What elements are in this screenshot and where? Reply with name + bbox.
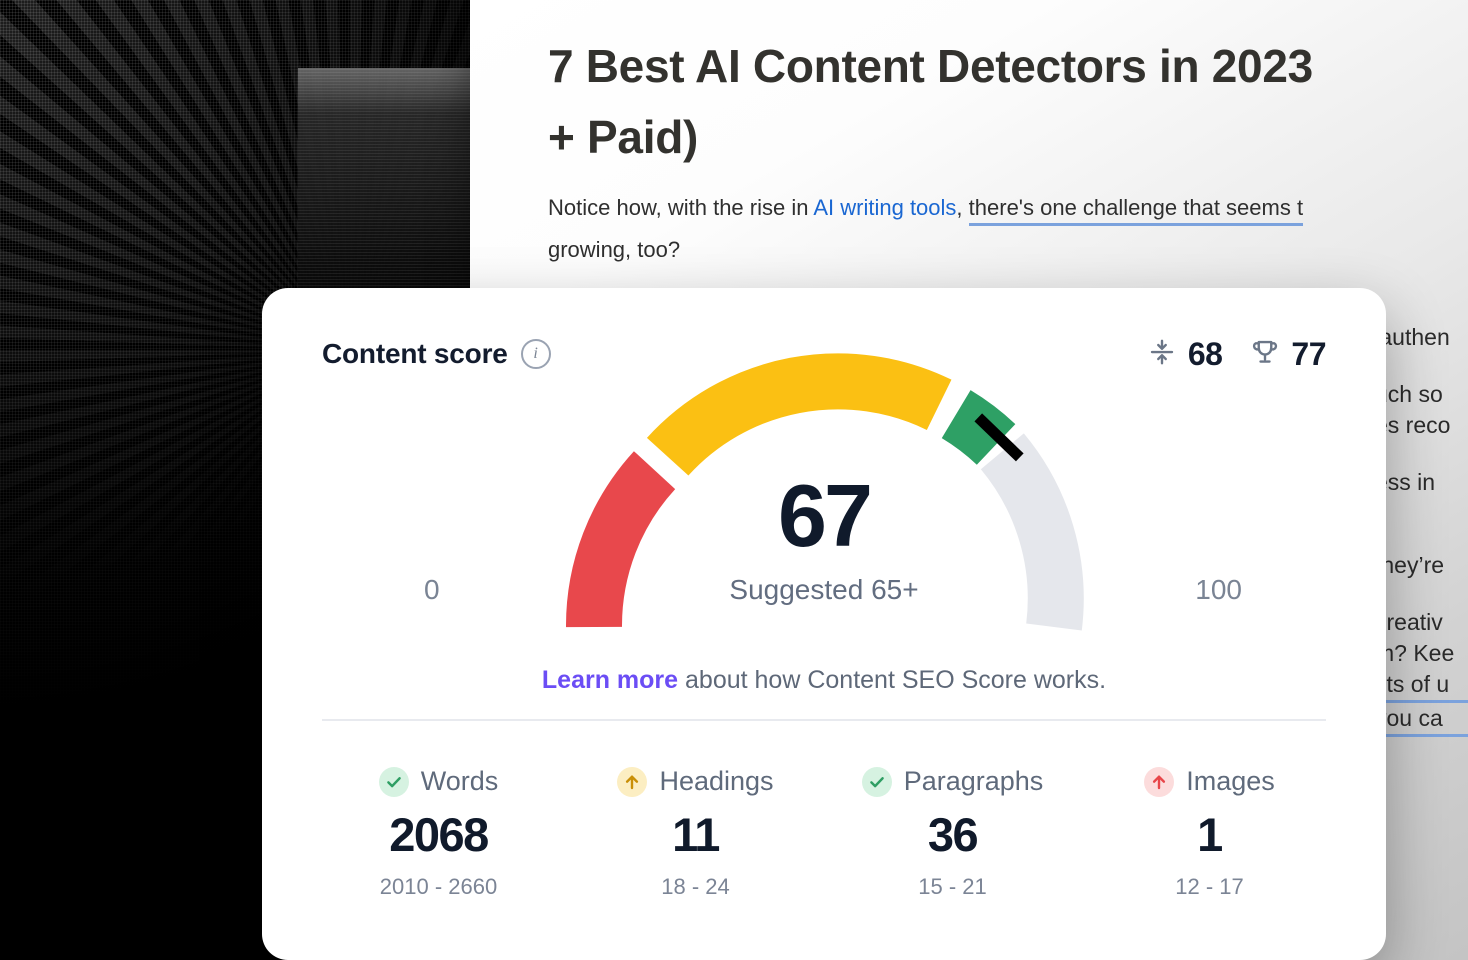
content-score-card: Content score i 68 77 67 Suggested 65+ 0… <box>262 288 1386 960</box>
metric-label: Words <box>420 766 499 796</box>
article-side-fragment: m? Kee <box>1375 640 1455 667</box>
readability-value: 68 <box>1187 335 1223 372</box>
metric-paragraphs: Paragraphs 36 15 - 21 <box>824 766 1081 900</box>
metric-range: 15 - 21 <box>918 874 987 899</box>
metric-value: 1 <box>1197 808 1223 861</box>
article-title-line1: 7 Best AI Content Detectors in 2023 <box>548 40 1313 92</box>
metric-label: Headings <box>659 766 774 796</box>
metric-value: 11 <box>672 808 720 861</box>
article-intro-line2: growing, too? <box>548 236 681 262</box>
page-title: Content score <box>322 338 508 369</box>
metric-value: 2068 <box>389 808 489 861</box>
article-side-fragment-highlighted: fits of u <box>1375 669 1468 704</box>
metric-range: 2010 - 2660 <box>379 874 498 899</box>
metric-range: 18 - 24 <box>661 874 730 899</box>
article-side-fragment: es reco <box>1375 412 1451 439</box>
gauge-score-value: 67 <box>778 466 873 565</box>
metric-header: Headings <box>567 766 824 797</box>
article-side-fragment: creativ <box>1375 609 1443 636</box>
metric-label: Images <box>1186 766 1275 796</box>
gauge-max-label: 100 <box>1195 574 1242 605</box>
card-divider <box>322 719 1326 721</box>
gauge-suggested-label: Suggested 65+ <box>729 574 919 605</box>
article-side-fragment: uch so <box>1375 381 1443 408</box>
check-icon <box>861 766 892 797</box>
learn-more-description: about how Content SEO Score works. <box>678 666 1107 694</box>
arrow-up-icon <box>617 766 648 797</box>
article-intro-paragraph: Notice how, with the rise in AI writing … <box>548 188 1468 228</box>
learn-more-link[interactable]: Learn more <box>542 666 678 694</box>
metric-images: Images 1 12 - 17 <box>1081 766 1338 900</box>
metric-headings: Headings 11 18 - 24 <box>567 766 824 900</box>
article-side-text-column: 'authen uch so es reco ess in they’re cr… <box>1375 322 1468 738</box>
trophy-icon <box>1250 337 1280 372</box>
article-title-line2: + Paid) <box>548 110 699 163</box>
header-stats: 68 77 <box>1147 336 1326 373</box>
article-highlighted-sentence: there's one challenge that seems t <box>968 194 1304 226</box>
metric-value: 36 <box>927 808 979 861</box>
article-intro-prefix: Notice how, with the rise in <box>548 194 814 220</box>
gauge-band-average <box>646 353 952 476</box>
article-side-fragment: ess in <box>1375 469 1436 496</box>
learn-more-row: Learn more about how Content SEO Score w… <box>262 666 1386 695</box>
article-side-fragment: 'authen <box>1375 324 1450 350</box>
ranking-value: 77 <box>1291 335 1326 372</box>
arrow-up-icon <box>1144 766 1175 797</box>
metric-header: Images <box>1081 766 1338 797</box>
ranking-stat[interactable]: 77 <box>1250 336 1326 373</box>
check-icon <box>378 766 409 797</box>
article-side-fragment: they’re <box>1375 552 1445 579</box>
metric-range: 12 - 17 <box>1175 874 1244 899</box>
article-side-fragment-highlighted: you ca <box>1375 703 1468 738</box>
article-inline-link[interactable]: AI writing tools <box>813 195 956 220</box>
metric-header: Words <box>310 766 567 797</box>
metric-header: Paragraphs <box>824 766 1081 797</box>
content-score-gauge: 67 Suggested 65+ 0 100 <box>424 322 1242 652</box>
article-intro-comma: , <box>956 194 969 220</box>
gauge-min-label: 0 <box>424 574 440 605</box>
metric-words: Words 2068 2010 - 2660 <box>310 766 567 900</box>
metrics-row: Words 2068 2010 - 2660 Headings 11 18 - … <box>310 766 1338 900</box>
metric-label: Paragraphs <box>903 766 1044 796</box>
